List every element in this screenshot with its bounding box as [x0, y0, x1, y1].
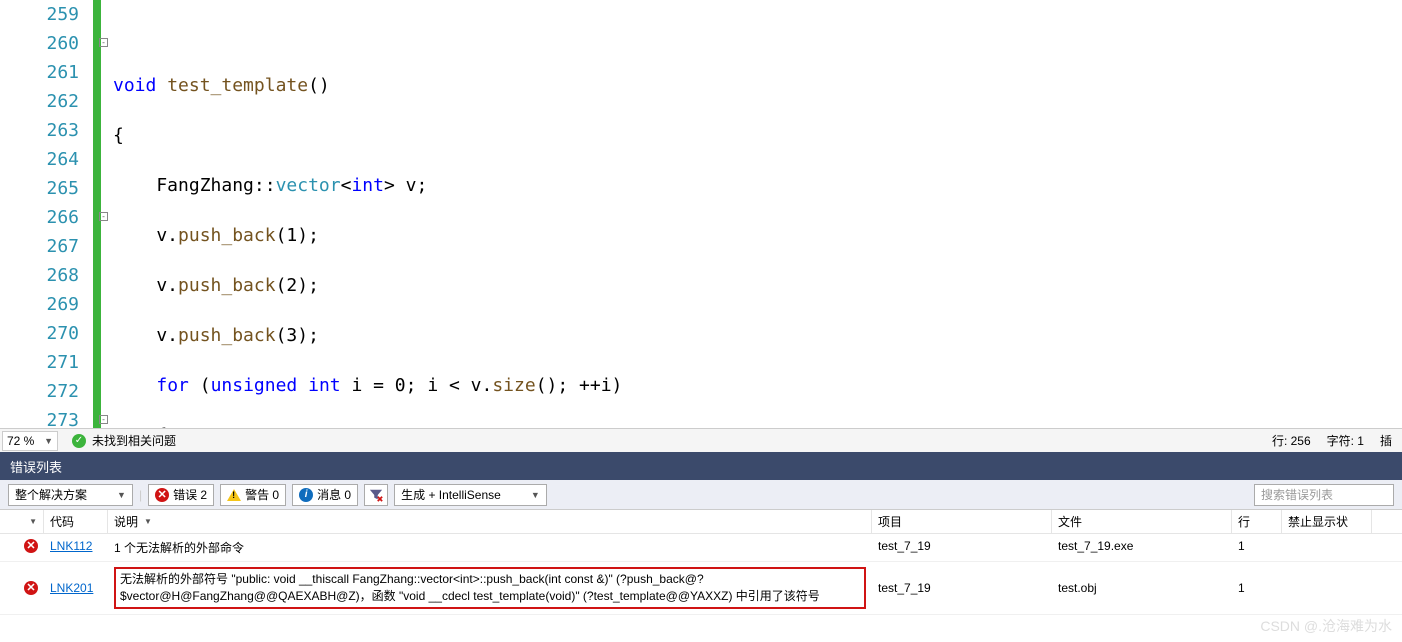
error-code-link[interactable]: LNK112: [50, 539, 92, 553]
watermark: CSDN @.沧海难为水: [1260, 616, 1392, 636]
errors-filter-button[interactable]: ✕ 错误 2: [148, 484, 214, 506]
col-suppress[interactable]: 禁止显示状: [1282, 510, 1372, 533]
char-indicator[interactable]: 字符: 1: [1327, 432, 1364, 449]
col-icon[interactable]: ▼: [0, 510, 44, 533]
source-combo[interactable]: 生成 + IntelliSense ▼: [394, 484, 547, 506]
error-list-header[interactable]: 错误列表: [0, 452, 1402, 480]
scope-combo[interactable]: 整个解决方案 ▼: [8, 484, 133, 506]
error-icon: ✕: [155, 488, 169, 502]
line-number-gutter: 2592602612622632642652662672682692702712…: [0, 0, 93, 428]
warnings-filter-button[interactable]: 警告 0: [220, 484, 286, 506]
fold-toggle-icon[interactable]: -: [99, 38, 108, 47]
check-icon: ✓: [72, 434, 86, 448]
error-project: test_7_19: [872, 537, 1052, 555]
warning-icon: [227, 489, 241, 501]
clear-filter-button[interactable]: [364, 484, 388, 506]
error-list-toolbar: 整个解决方案 ▼ | ✕ 错误 2 警告 0 i 消息 0 生成 + Intel…: [0, 480, 1402, 510]
error-file: test.obj: [1052, 579, 1232, 597]
col-project[interactable]: 项目: [872, 510, 1052, 533]
error-description: 无法解析的外部符号 "public: void __thiscall FangZ…: [108, 565, 872, 611]
panel-title: 错误列表: [10, 457, 62, 476]
error-icon: ✕: [24, 581, 38, 595]
search-input[interactable]: 搜索错误列表: [1254, 484, 1394, 506]
editor-statusbar: 72 % ▼ ✓ 未找到相关问题 行: 256 字符: 1 插: [0, 428, 1402, 452]
messages-filter-button[interactable]: i 消息 0: [292, 484, 358, 506]
zoom-value: 72 %: [7, 434, 44, 448]
error-line: 1: [1232, 537, 1282, 555]
error-project: test_7_19: [872, 579, 1052, 597]
error-icon: ✕: [24, 539, 38, 553]
col-desc[interactable]: 说明▼: [108, 510, 872, 533]
code-editor[interactable]: 2592602612622632642652662672682692702712…: [0, 0, 1402, 428]
fold-toggle-icon[interactable]: -: [99, 415, 108, 424]
issues-summary: 未找到相关问题: [92, 432, 176, 449]
zoom-combo[interactable]: 72 % ▼: [2, 431, 58, 451]
code-area[interactable]: void test_template() { FangZhang::vector…: [111, 0, 1402, 428]
error-line: 1: [1232, 579, 1282, 597]
chevron-down-icon: ▼: [44, 436, 53, 446]
error-code-link[interactable]: LNK201: [50, 581, 93, 595]
chevron-down-icon: ▼: [531, 490, 540, 500]
insert-mode[interactable]: 插: [1380, 432, 1392, 449]
error-row[interactable]: ✕ LNK201 无法解析的外部符号 "public: void __thisc…: [0, 562, 1402, 615]
error-grid-header[interactable]: ▼ 代码 说明▼ 项目 文件 行 禁止显示状: [0, 510, 1402, 534]
error-grid: ▼ 代码 说明▼ 项目 文件 行 禁止显示状 ✕ LNK112 1 个无法解析的…: [0, 510, 1402, 615]
fold-gutter[interactable]: - - -: [101, 0, 111, 428]
error-description: 1 个无法解析的外部命令: [108, 537, 872, 558]
filter-icon: [369, 488, 383, 502]
fold-toggle-icon[interactable]: -: [99, 212, 108, 221]
info-icon: i: [299, 488, 313, 502]
error-file: test_7_19.exe: [1052, 537, 1232, 555]
col-line[interactable]: 行: [1232, 510, 1282, 533]
col-file[interactable]: 文件: [1052, 510, 1232, 533]
col-code[interactable]: 代码: [44, 510, 108, 533]
error-row[interactable]: ✕ LNK112 1 个无法解析的外部命令 test_7_19 test_7_1…: [0, 534, 1402, 562]
line-indicator[interactable]: 行: 256: [1272, 432, 1311, 449]
chevron-down-icon: ▼: [117, 490, 126, 500]
